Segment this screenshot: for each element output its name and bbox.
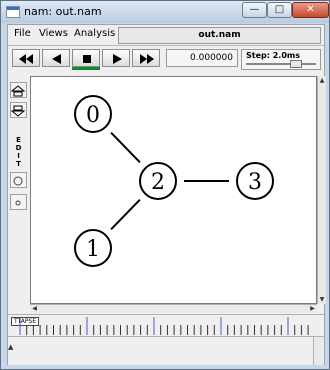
add-node-button[interactable]: [10, 172, 27, 188]
rewind-button[interactable]: [12, 49, 40, 67]
add-agent-button[interactable]: [10, 194, 27, 210]
zoom-out-icon: [10, 105, 26, 117]
edit-letter: T: [16, 160, 21, 168]
step-control: Step: 2.0ms: [241, 49, 321, 70]
maximize-button[interactable]: □: [267, 2, 292, 18]
node-label: 1: [86, 237, 100, 262]
edit-letter: D: [15, 144, 22, 152]
play-button[interactable]: [102, 49, 130, 67]
edit-label[interactable]: E D I T: [10, 136, 27, 168]
topology-svg: 0 1 2 3: [74, 95, 274, 267]
step-label: Step: 2.0ms: [246, 51, 300, 60]
node-label: 2: [151, 170, 165, 195]
close-button[interactable]: ✕: [292, 2, 329, 18]
menu-views[interactable]: Views: [39, 28, 68, 39]
nam-window: nam: out.nam — □ ✕ File Views Analysis o…: [0, 0, 330, 370]
fast-forward-icon: [140, 54, 154, 64]
small-circle-icon: [15, 200, 21, 206]
step-back-button[interactable]: [42, 49, 70, 67]
step-slider-track[interactable]: [246, 63, 316, 65]
window-title: nam: out.nam: [24, 5, 102, 18]
fast-forward-button[interactable]: [132, 49, 160, 67]
scroll-up-icon[interactable]: ▲: [318, 76, 326, 85]
zoom-in-button[interactable]: [10, 82, 27, 98]
scroll-right-icon[interactable]: ▶: [308, 305, 317, 313]
edit-tool-column: E D I T: [8, 76, 30, 306]
horizontal-scrollbar[interactable]: ◀ ▶: [30, 304, 317, 313]
stop-icon: [83, 55, 91, 63]
title-bar[interactable]: nam: out.nam — □ ✕: [1, 1, 329, 23]
playback-toolbar: 0.000000 Step: 2.0ms: [8, 46, 324, 72]
main-client: File Views Analysis out.nam 0.000000 Ste…: [7, 24, 326, 365]
back-icon: [52, 54, 61, 64]
rewind-icon: [19, 54, 33, 64]
stop-button[interactable]: [72, 49, 100, 67]
circle-icon: [13, 176, 23, 186]
trace-file-title: out.nam: [118, 27, 321, 44]
zoom-in-icon: [10, 85, 26, 97]
timeline-bar[interactable]: TTAPSE: [8, 314, 324, 337]
node-label: 0: [86, 103, 100, 128]
node-label: 3: [248, 170, 262, 195]
zoom-out-button[interactable]: [10, 102, 27, 118]
edit-letter: E: [16, 136, 21, 144]
menu-bar: File Views Analysis out.nam: [8, 25, 324, 46]
time-display: 0.000000: [166, 49, 238, 67]
play-icon: [113, 54, 122, 64]
menu-analysis[interactable]: Analysis: [74, 28, 115, 39]
play-state-indicator: [72, 67, 100, 70]
app-window-icon: [6, 6, 20, 18]
edit-letter: I: [17, 152, 20, 160]
timeline-ticks: [19, 317, 309, 335]
monitor-pane: ▲: [8, 336, 324, 365]
menu-file[interactable]: File: [14, 28, 31, 39]
monitor-scrollbar[interactable]: [313, 337, 323, 365]
step-slider-thumb[interactable]: [290, 60, 302, 68]
scroll-left-icon[interactable]: ◀: [30, 305, 39, 313]
link-0-2[interactable]: [110, 131, 141, 164]
expand-arrow-icon[interactable]: ▲: [8, 343, 17, 351]
vertical-scrollbar[interactable]: ▲ ▼: [317, 76, 326, 304]
scroll-down-icon[interactable]: ▼: [318, 295, 326, 304]
network-canvas[interactable]: 0 1 2 3: [30, 76, 317, 304]
link-1-2[interactable]: [110, 198, 141, 231]
minimize-button[interactable]: —: [242, 2, 267, 18]
